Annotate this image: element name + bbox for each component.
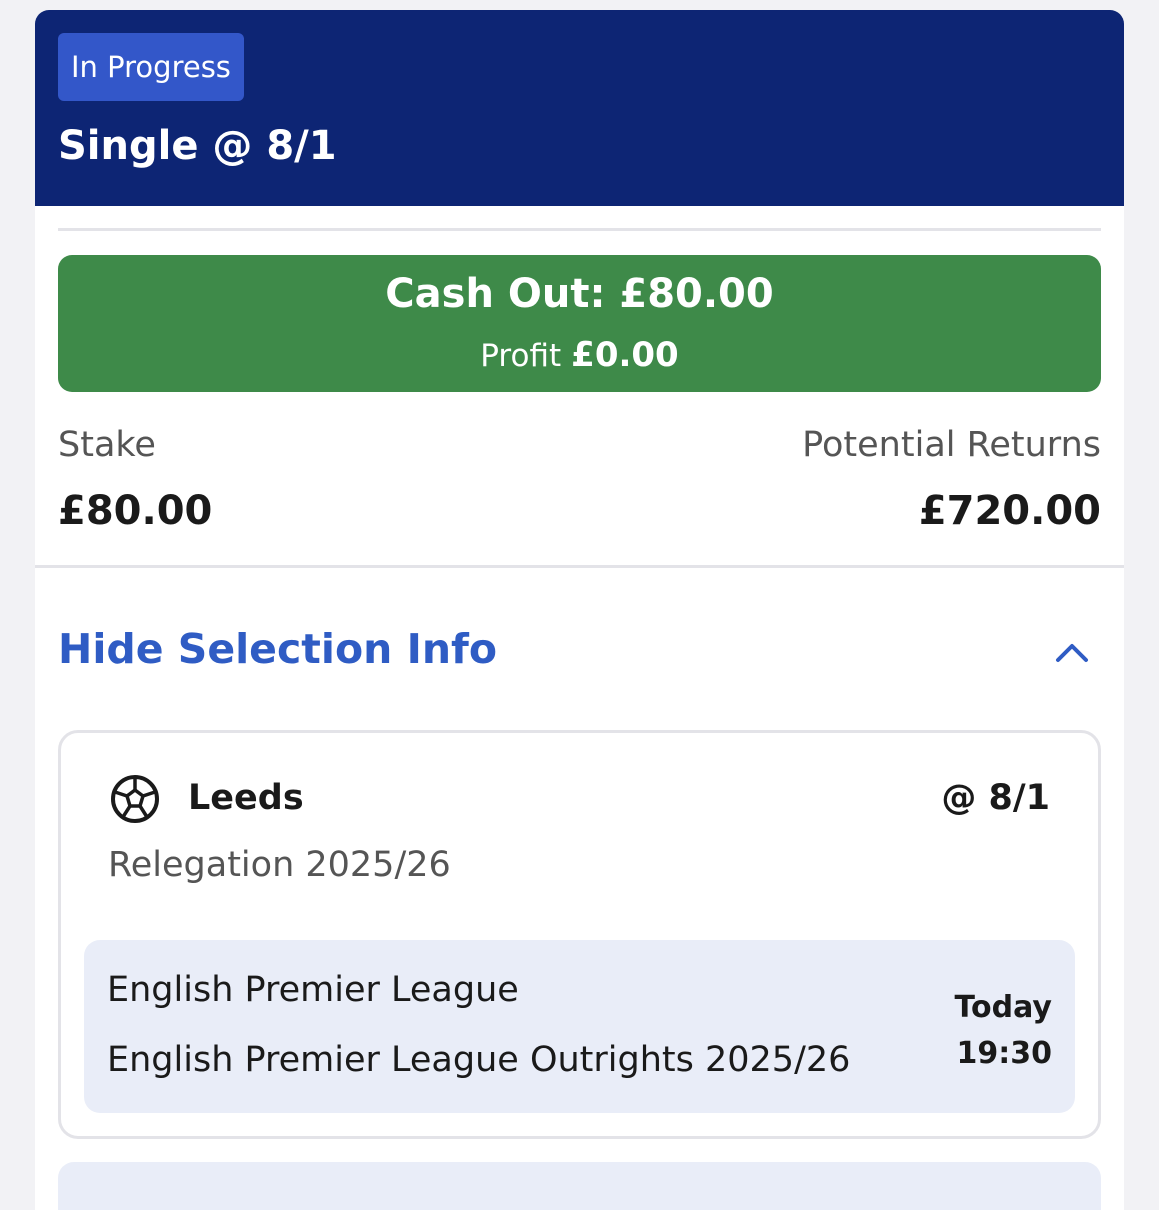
stake-value: £80.00: [58, 488, 213, 534]
event-clock: 19:30: [956, 1036, 1053, 1071]
event-league: English Premier League: [107, 970, 519, 1010]
profit-value: £0.00: [571, 335, 679, 375]
chevron-up-icon[interactable]: [1052, 632, 1092, 672]
event-time: Today 19:30: [955, 985, 1052, 1077]
event-day: Today: [954, 990, 1052, 1025]
event-name: English Premier League Outrights 2025/26: [107, 1040, 851, 1080]
selection-odds: @ 8/1: [941, 778, 1050, 818]
hide-selection-info-button[interactable]: Hide Selection Info: [58, 625, 497, 673]
potential-returns-value: £720.00: [918, 488, 1101, 534]
football-icon: [111, 775, 159, 823]
selection-card: Leeds @ 8/1 Relegation 2025/26 English P…: [58, 730, 1101, 1139]
selection-team: Leeds: [188, 778, 304, 818]
potential-returns-label: Potential Returns: [802, 425, 1101, 465]
stake-label: Stake: [58, 425, 156, 465]
profit-label: Profit: [480, 338, 562, 374]
next-selection-card: [58, 1162, 1101, 1210]
bet-title: Single @ 8/1: [58, 123, 337, 169]
cash-out-button[interactable]: Cash Out: £80.00 Profit £0.00: [58, 255, 1101, 392]
bet-card: In Progress Single @ 8/1 Cash Out: £80.0…: [35, 10, 1124, 1210]
divider: [35, 565, 1124, 568]
divider: [58, 228, 1101, 231]
cash-out-label: Cash Out: £80.00: [385, 271, 774, 317]
status-badge: In Progress: [58, 33, 244, 101]
selection-market: Relegation 2025/26: [108, 845, 451, 885]
bet-header: In Progress Single @ 8/1: [35, 10, 1124, 206]
cash-out-profit: Profit £0.00: [58, 335, 1101, 375]
event-info: English Premier League English Premier L…: [84, 940, 1075, 1113]
